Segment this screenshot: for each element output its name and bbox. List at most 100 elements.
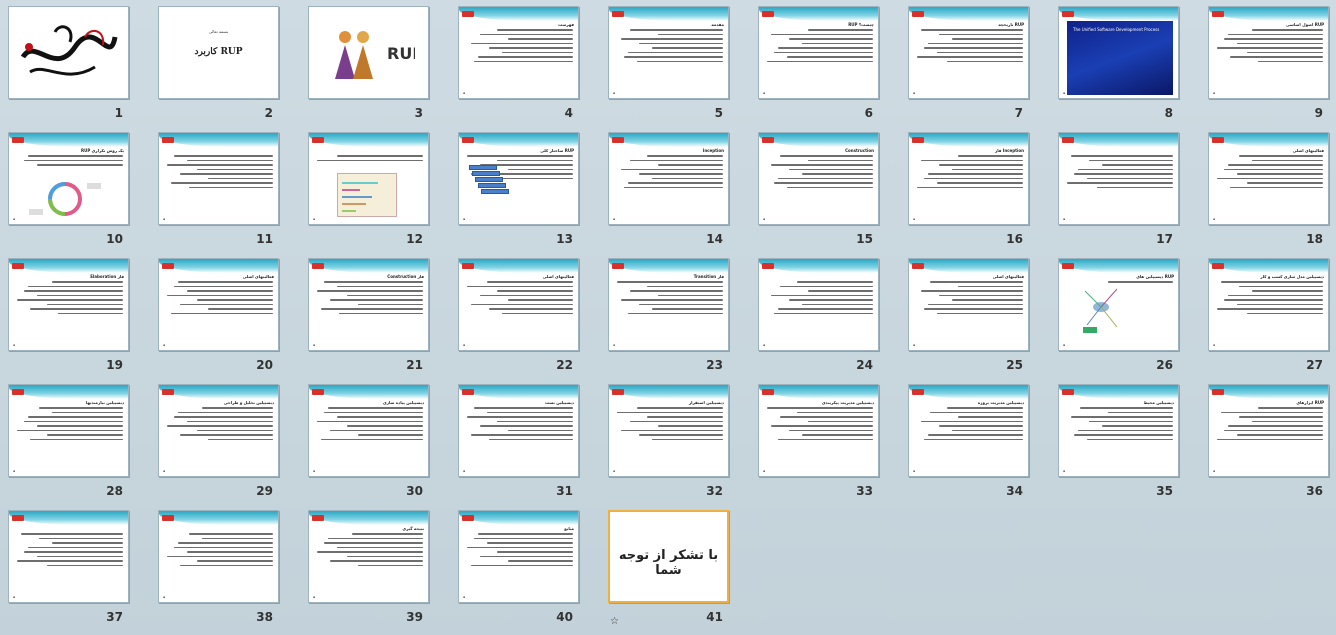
university-logo-icon [12, 515, 24, 521]
slide-preview[interactable]: ▪ [158, 132, 279, 225]
slide-preview[interactable]: فعالیتهای اصلی ▪ [458, 258, 579, 351]
slide-preview[interactable]: فعالیتهای اصلی ▪ [1208, 132, 1329, 225]
slide-preview[interactable]: فاز Inception ▪ [908, 132, 1029, 225]
slide-preview[interactable]: دیسیپلین پیاده سازی ▪ [308, 384, 429, 477]
slide-preview[interactable]: ساختار کلی RUP ▪ [458, 132, 579, 225]
slide-preview[interactable]: The Unified Software Development Process… [1058, 6, 1179, 99]
slide-preview[interactable]: دیسیپلین مدیریت پروژه ▪ [908, 384, 1029, 477]
slide-preview[interactable]: RUP یک روش تکراری ▪ [8, 132, 129, 225]
slide-preview[interactable]: بسمه تعالی کاربرد RUP [158, 6, 279, 99]
slide-footer-number: ▪ [463, 343, 466, 347]
slide-thumbnail[interactable]: با تشکر از توجه شما 41 [608, 510, 729, 625]
slide-preview[interactable]: نتیجه گیری ▪ [308, 510, 429, 603]
slide-thumbnail[interactable]: ابزارهای RUP ▪ 36 [1208, 384, 1329, 499]
slide-thumbnail[interactable]: دیسیپلین نیازمندیها ▪ 28 [8, 384, 129, 499]
slide-thumbnail[interactable]: ▪ 11 [158, 132, 279, 247]
slide-thumbnail[interactable]: Transition فاز ▪ 23 [608, 258, 729, 373]
slide-thumbnail[interactable]: ▪ 38 [158, 510, 279, 625]
slide-heading: ابزارهای RUP [1296, 400, 1324, 405]
slide-preview[interactable]: RUP [308, 6, 429, 99]
slide-preview[interactable]: ▪ [1058, 132, 1179, 225]
slide-thumbnail[interactable]: ▪ 37 [8, 510, 129, 625]
slide-thumbnail[interactable]: Construction ▪ 15 [758, 132, 879, 247]
slide-preview[interactable]: Elaboration فاز ▪ [8, 258, 129, 351]
slide-thumbnail[interactable]: Construction فاز ▪ 21 [308, 258, 429, 373]
slide-preview[interactable]: با تشکر از توجه شما [608, 510, 729, 603]
slide-preview[interactable]: دیسیپلین مدل سازی کسب و کار ▪ [1208, 258, 1329, 351]
slide-thumbnail[interactable]: RUP چیست؟ ▪ 6 [758, 6, 879, 121]
slide-thumbnail[interactable]: The Unified Software Development Process… [1058, 6, 1179, 121]
slide-footer-number: ▪ [313, 469, 316, 473]
slide-preview[interactable]: ابزارهای RUP ▪ [1208, 384, 1329, 477]
slide-preview[interactable]: مقدمه ▪ [608, 6, 729, 99]
slide-sorter-view: 1 بسمه تعالی کاربرد RUP 2 RUP 3 فهرست ▪ 4 مقدمه… [0, 0, 1336, 635]
slide-thumbnail[interactable]: دیسیپلین مدیریت پروژه ▪ 34 [908, 384, 1029, 499]
slide-thumbnail[interactable]: دیسیپلین پیاده سازی ▪ 30 [308, 384, 429, 499]
slide-preview[interactable]: دیسیپلین استقرار ▪ [608, 384, 729, 477]
slide-preview[interactable]: دیسیپلین محیط ▪ [1058, 384, 1179, 477]
slide-preview[interactable]: تاریخچه RUP ▪ [908, 6, 1029, 99]
university-logo-icon [312, 515, 324, 521]
slide-thumbnail[interactable]: دیسیپلین استقرار ▪ 32 [608, 384, 729, 499]
university-logo-icon [12, 263, 24, 269]
slide-preview[interactable]: Inception ▪ [608, 132, 729, 225]
slide-thumbnail[interactable]: منابع ▪ 40 [458, 510, 579, 625]
slide-thumbnail[interactable]: دیسیپلین تحلیل و طراحی ▪ 29 [158, 384, 279, 499]
slide-thumbnail[interactable]: فعالیتهای اصلی ▪ 22 [458, 258, 579, 373]
slide-footer-number: ▪ [1213, 343, 1216, 347]
slide-preview[interactable]: اصول اساسی RUP ▪ [1208, 6, 1329, 99]
slide-preview[interactable]: دیسیپلین مدیریت پیکربندی ▪ [758, 384, 879, 477]
slide-thumbnail[interactable]: بسمه تعالی کاربرد RUP 2 [158, 6, 279, 121]
slide-preview[interactable]: Construction ▪ [758, 132, 879, 225]
slide-preview[interactable]: دیسیپلین تحلیل و طراحی ▪ [158, 384, 279, 477]
slide-preview[interactable]: فعالیتهای اصلی ▪ [908, 258, 1029, 351]
slide-thumbnail[interactable]: فهرست ▪ 4 [458, 6, 579, 121]
iterative-cycle-diagram [29, 182, 101, 216]
header-wave-decoration [309, 385, 428, 399]
slide-thumbnail[interactable]: دیسیپلین مدیریت پیکربندی ▪ 33 [758, 384, 879, 499]
slide-thumbnail[interactable]: اصول اساسی RUP ▪ 9 [1208, 6, 1329, 121]
slide-preview[interactable]: Construction فاز ▪ [308, 258, 429, 351]
slide-thumbnail[interactable]: Inception ▪ 14 [608, 132, 729, 247]
slide-footer-number: ▪ [313, 595, 316, 599]
slide-thumbnail[interactable]: دیسیپلین های RUP ▪ 26 [1058, 258, 1179, 373]
slide-preview[interactable]: ▪ [758, 258, 879, 351]
slide-preview[interactable]: Transition فاز ▪ [608, 258, 729, 351]
slide-preview[interactable]: منابع ▪ [458, 510, 579, 603]
slide-thumbnail[interactable]: ساختار کلی RUP ▪ 13 [458, 132, 579, 247]
slide-thumbnail[interactable]: نتیجه گیری ▪ 39 [308, 510, 429, 625]
slide-thumbnail[interactable]: فعالیتهای اصلی ▪ 20 [158, 258, 279, 373]
slide-preview[interactable]: دیسیپلین تست ▪ [458, 384, 579, 477]
slide-preview[interactable]: ▪ [308, 132, 429, 225]
slide-preview[interactable]: RUP چیست؟ ▪ [758, 6, 879, 99]
slide-thumbnail[interactable]: تاریخچه RUP ▪ 7 [908, 6, 1029, 121]
slide-thumbnail[interactable]: مقدمه ▪ 5 [608, 6, 729, 121]
slide-thumbnail[interactable]: دیسیپلین محیط ▪ 35 [1058, 384, 1179, 499]
slide-preview[interactable]: ▪ [158, 510, 279, 603]
university-logo-icon [162, 389, 174, 395]
slide-thumbnail[interactable]: دیسیپلین مدل سازی کسب و کار ▪ 27 [1208, 258, 1329, 373]
slide-preview[interactable]: دیسیپلین های RUP ▪ [1058, 258, 1179, 351]
slide-preview[interactable] [8, 6, 129, 99]
slide-thumbnail[interactable]: فعالیتهای اصلی ▪ 18 [1208, 132, 1329, 247]
slide-body-text [615, 407, 723, 443]
slide-thumbnail[interactable]: RUP 3 [308, 6, 429, 121]
slide-thumbnail[interactable]: دیسیپلین تست ▪ 31 [458, 384, 579, 499]
header-wave-decoration [459, 7, 578, 21]
slide-thumbnail[interactable]: ▪ 12 [308, 132, 429, 247]
slide-body-text [1065, 407, 1173, 443]
slide-thumbnail[interactable]: ▪ 24 [758, 258, 879, 373]
slide-thumbnail[interactable]: فعالیتهای اصلی ▪ 25 [908, 258, 1029, 373]
slide-thumbnail[interactable]: Elaboration فاز ▪ 19 [8, 258, 129, 373]
slide-thumbnail[interactable]: ▪ 17 [1058, 132, 1179, 247]
slide-body-text [615, 281, 723, 317]
slide-preview[interactable]: دیسیپلین نیازمندیها ▪ [8, 384, 129, 477]
slide-thumbnail[interactable]: RUP یک روش تکراری ▪ 10 [8, 132, 129, 247]
university-logo-icon [1212, 263, 1224, 269]
slide-preview[interactable]: فهرست ▪ [458, 6, 579, 99]
university-logo-icon [462, 11, 474, 17]
slide-preview[interactable]: ▪ [8, 510, 129, 603]
slide-thumbnail[interactable]: 1 [8, 6, 129, 121]
slide-thumbnail[interactable]: فاز Inception ▪ 16 [908, 132, 1029, 247]
slide-preview[interactable]: فعالیتهای اصلی ▪ [158, 258, 279, 351]
